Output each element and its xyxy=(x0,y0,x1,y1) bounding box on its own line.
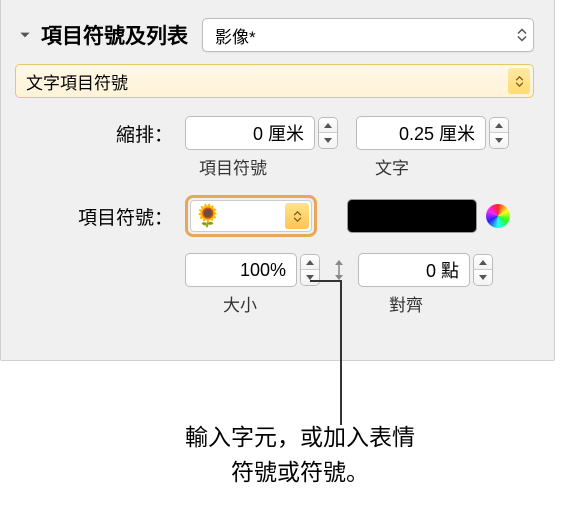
stepper-down-button[interactable] xyxy=(301,270,319,285)
color-picker-button[interactable] xyxy=(483,201,513,231)
text-indent-control: 0.25 厘米 xyxy=(356,116,509,150)
bullet-type-select[interactable]: 文字項目符號 xyxy=(15,64,534,98)
size-control: 100% xyxy=(185,253,320,287)
header-row: 項目符號及列表 影像* xyxy=(15,18,534,52)
size-align-sublabels: 大小 對齊 xyxy=(15,291,534,316)
stepper-down-button[interactable] xyxy=(474,270,492,285)
align-input[interactable]: 0 點 xyxy=(358,253,470,287)
bullet-indent-value: 0 厘米 xyxy=(253,120,304,146)
bullet-type-row: 文字項目符號 xyxy=(15,64,534,98)
indent-sublabels: 項目符號 文字 xyxy=(15,154,534,179)
bullet-indent-input[interactable]: 0 厘米 xyxy=(185,116,315,150)
stepper-up-button[interactable] xyxy=(490,118,508,133)
size-value: 100% xyxy=(240,260,286,281)
color-wheel-icon xyxy=(486,204,510,228)
stepper-down-button[interactable] xyxy=(490,133,508,148)
chevron-updown-icon xyxy=(517,29,527,42)
align-sublabel: 對齊 xyxy=(345,291,534,316)
size-align-row: 100% 0 點 xyxy=(15,253,534,287)
callout-line1: 輸入字元，或加入表情 xyxy=(140,420,460,455)
callout-line2: 符號或符號。 xyxy=(140,455,460,490)
flower-icon: 🌻 xyxy=(195,203,221,229)
callout-text: 輸入字元，或加入表情 符號或符號。 xyxy=(140,420,460,489)
stepper-up-button[interactable] xyxy=(319,118,337,133)
bullet-symbol-row: 項目符號： 🌻 xyxy=(15,195,534,237)
text-indent-stepper[interactable] xyxy=(489,117,509,149)
align-control: 0 點 xyxy=(358,253,493,287)
stepper-up-button[interactable] xyxy=(301,255,319,270)
disclosure-triangle[interactable] xyxy=(15,25,35,45)
bullet-color-swatch[interactable] xyxy=(347,199,477,233)
size-input[interactable]: 100% xyxy=(185,253,297,287)
bullet-type-value: 文字項目符號 xyxy=(26,69,128,94)
chevron-updown-icon xyxy=(508,68,530,94)
list-style-select[interactable]: 影像* xyxy=(202,18,534,52)
bullets-lists-panel: 項目符號及列表 影像* 文字項目符號 縮排： 0 厘米 xyxy=(0,0,555,361)
bullet-indent-control: 0 厘米 xyxy=(185,116,338,150)
size-sublabel: 大小 xyxy=(185,291,345,316)
stepper-down-button[interactable] xyxy=(319,133,337,148)
indent-row: 縮排： 0 厘米 0.25 厘米 xyxy=(15,116,534,150)
list-style-value: 影像* xyxy=(215,23,256,48)
chevron-updown-icon xyxy=(285,203,309,229)
text-indent-sublabel: 文字 xyxy=(357,154,534,179)
bullet-indent-sublabel: 項目符號 xyxy=(185,154,357,179)
stepper-up-button[interactable] xyxy=(474,255,492,270)
section-title: 項目符號及列表 xyxy=(41,20,188,50)
callout-leader-line xyxy=(340,280,342,425)
align-stepper[interactable] xyxy=(473,254,493,286)
bullet-indent-stepper[interactable] xyxy=(318,117,338,149)
indent-label: 縮排： xyxy=(15,120,185,147)
text-indent-value: 0.25 厘米 xyxy=(399,120,475,146)
bullet-symbol-label: 項目符號： xyxy=(15,203,185,230)
align-value: 0 點 xyxy=(426,257,459,283)
bullet-symbol-select[interactable]: 🌻 xyxy=(185,195,317,237)
text-indent-input[interactable]: 0.25 厘米 xyxy=(356,116,486,150)
